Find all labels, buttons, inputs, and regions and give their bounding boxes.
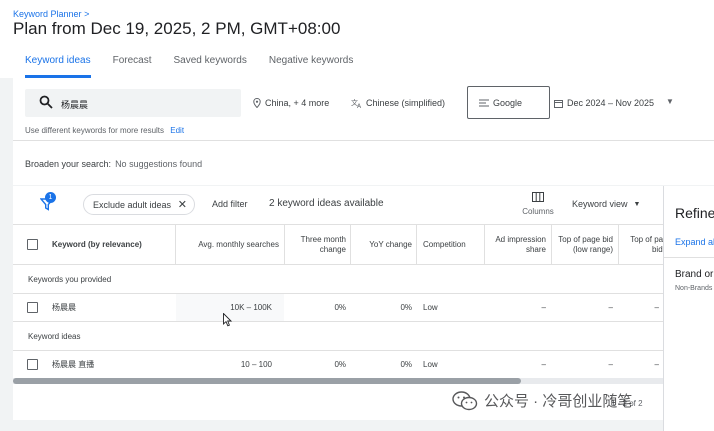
horizontal-scrollbar-thumb[interactable]	[13, 378, 521, 384]
search-hint: Use different keywords for more results …	[25, 126, 184, 135]
exclude-adult-ideas-chip[interactable]: Exclude adult ideas ✕	[83, 194, 195, 215]
tab-bar: Keyword ideas Forecast Saved keywords Ne…	[25, 54, 375, 78]
three-month-cell: 0%	[334, 303, 346, 312]
column-divider	[284, 225, 285, 265]
keyword-table-panel: 1 Exclude adult ideas ✕ Add filter 2 key…	[13, 186, 663, 420]
keyword-search-input[interactable]: 杨晨晨	[25, 89, 241, 117]
brand-filter-subtitle: Non-Brands	[675, 285, 713, 292]
header: Keyword Planner > Plan from Dec 19, 2025…	[0, 0, 714, 78]
bid-high-cell: –	[654, 360, 659, 369]
watermark-text: 公众号 · 冷哥创业随笔	[484, 393, 633, 410]
column-header-bid-low[interactable]: Top of page bid (low range)	[555, 225, 613, 265]
chevron-right-icon: >	[84, 9, 90, 19]
column-header-keyword[interactable]: Keyword (by relevance)	[52, 225, 172, 265]
tab-keyword-ideas[interactable]: Keyword ideas	[25, 54, 91, 78]
keyword-view-label: Keyword view	[572, 199, 628, 209]
column-divider	[484, 225, 485, 265]
location-selector[interactable]: China, + 4 more	[253, 98, 329, 108]
date-range-selector[interactable]: Dec 2024 – Nov 2025	[554, 98, 654, 108]
keyword-cell: 杨晨晨	[52, 303, 76, 312]
mouse-cursor-icon	[223, 313, 232, 327]
yoy-cell: 0%	[400, 360, 412, 369]
refine-title: Refine	[675, 205, 714, 221]
location-label: China, + 4 more	[265, 98, 330, 108]
three-month-cell: 0%	[334, 360, 346, 369]
group-label-ideas: Keyword ideas	[28, 332, 81, 341]
columns-icon	[532, 192, 544, 202]
expand-all-link[interactable]: Expand all	[675, 237, 714, 247]
brand-filter-group[interactable]: Brand or	[675, 269, 713, 280]
row-checkbox[interactable]	[27, 302, 38, 313]
translate-icon: 文 A	[351, 98, 362, 108]
breadcrumb-link[interactable]: Keyword Planner	[13, 9, 82, 19]
column-header-ad-impression-share[interactable]: Ad impression share	[488, 225, 546, 265]
tab-forecast[interactable]: Forecast	[113, 54, 152, 78]
refine-keywords-panel: Refine Expand all Brand or Non-Brands	[663, 186, 714, 431]
edit-link[interactable]: Edit	[170, 126, 184, 135]
date-range-label: Dec 2024 – Nov 2025	[567, 98, 655, 108]
columns-button[interactable]: Columns	[519, 192, 557, 222]
watermark: 公众号 · 冷哥创业随笔	[452, 390, 632, 411]
page-title: Plan from Dec 19, 2025, 2 PM, GMT+08:00	[13, 19, 341, 38]
column-divider	[416, 225, 417, 265]
column-divider	[618, 225, 619, 265]
chip-label: Exclude adult ideas	[93, 199, 172, 210]
searches-cell: 10 – 100	[240, 360, 272, 369]
table-row[interactable]: 杨晨晨 直播 10 – 100 0% 0% Low – – –	[13, 350, 663, 379]
competition-cell: Low	[423, 303, 438, 312]
broaden-search-bar: Broaden your search: No suggestions found	[13, 140, 714, 185]
search-input-value: 杨晨晨	[61, 100, 89, 110]
network-selector[interactable]: Google	[467, 86, 550, 119]
breadcrumb[interactable]: Keyword Planner >	[13, 9, 89, 19]
column-header-bid-high[interactable]: Top of page bid (h	[622, 225, 663, 265]
tab-saved-keywords[interactable]: Saved keywords	[174, 54, 247, 78]
competition-cell: Low	[423, 360, 438, 369]
yoy-cell: 0%	[400, 303, 412, 312]
column-header-competition[interactable]: Competition	[423, 225, 485, 265]
language-selector[interactable]: 文 A Chinese (simplified)	[351, 98, 445, 108]
filter-count-badge: 1	[45, 192, 56, 203]
chevron-down-icon[interactable]: ▼	[666, 97, 674, 106]
search-icon	[39, 95, 53, 109]
impression-cell: –	[541, 360, 546, 369]
caret-down-icon: ▼	[633, 200, 641, 208]
column-divider	[350, 225, 351, 265]
close-icon[interactable]: ✕	[178, 198, 187, 211]
keyword-count: 2 keyword ideas available	[269, 198, 384, 209]
column-divider	[551, 225, 552, 265]
hint-text: Use different keywords for more results	[25, 126, 165, 135]
group-label-provided: Keywords you provided	[28, 275, 112, 284]
language-label: Chinese (simplified)	[366, 98, 446, 108]
broaden-search: Broaden your search: No suggestions found	[25, 159, 202, 169]
row-checkbox[interactable]	[27, 359, 38, 370]
column-header-avg-monthly-searches[interactable]: Avg. monthly searches	[179, 225, 279, 265]
calendar-icon	[554, 99, 563, 108]
columns-label: Columns	[522, 207, 554, 216]
wechat-icon	[452, 390, 478, 410]
add-filter-button[interactable]: Add filter	[212, 199, 248, 209]
bid-low-cell: –	[608, 303, 613, 312]
tab-negative-keywords[interactable]: Negative keywords	[269, 54, 353, 78]
network-label: Google	[493, 97, 523, 108]
table-row[interactable]: 杨晨晨 10K – 100K 0% 0% Low – – –	[13, 293, 663, 322]
svg-text:A: A	[357, 103, 362, 108]
column-header-yoy-change[interactable]: YoY change	[354, 225, 412, 265]
keyword-cell: 杨晨晨 直播	[52, 360, 95, 369]
network-icon	[479, 99, 489, 106]
location-pin-icon	[253, 98, 261, 108]
column-header-three-month-change[interactable]: Three month change	[288, 225, 346, 265]
broaden-value: No suggestions found	[115, 159, 203, 169]
broaden-label: Broaden your search:	[25, 159, 112, 169]
divider	[664, 257, 714, 258]
bid-low-cell: –	[608, 360, 613, 369]
table-header: Keyword (by relevance) Avg. monthly sear…	[13, 224, 663, 265]
impression-cell: –	[541, 303, 546, 312]
bid-high-cell: –	[654, 303, 659, 312]
column-divider	[175, 225, 176, 265]
select-all-checkbox[interactable]	[27, 239, 38, 250]
keyword-view-select[interactable]: Keyword view ▼	[572, 199, 640, 209]
search-panel: 杨晨晨 China, + 4 more 文 A Chinese (simplif…	[13, 78, 714, 140]
